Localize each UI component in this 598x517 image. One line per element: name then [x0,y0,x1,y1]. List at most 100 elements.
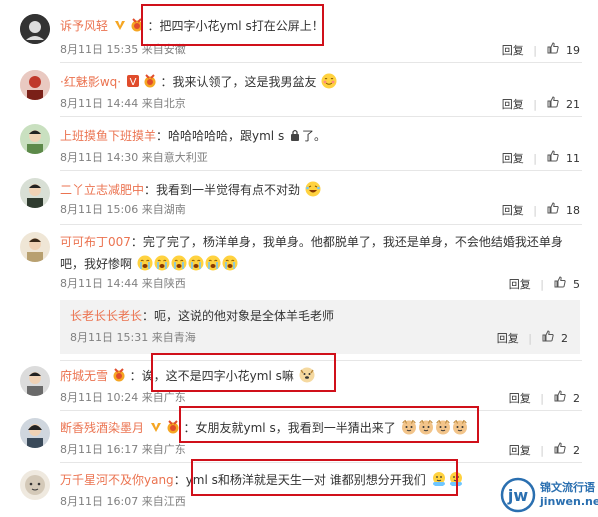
shy-face-emoji-icon [321,73,337,89]
action-divider: | [533,44,537,57]
reply-button[interactable]: 回复 [509,277,531,293]
action-divider: | [533,152,537,165]
highlight-box [179,406,479,443]
username[interactable]: 上班摸鱼下班摸羊 [60,129,156,143]
avatar[interactable] [20,70,50,100]
comment-item: ·红魅影wq· V ：我来认领了，这是我男盆友 8月11日 14:44 来自北京… [0,70,598,118]
avatar[interactable] [20,232,50,262]
jinwen-logo-icon: jw [500,477,536,513]
verified-v-icon: V [126,75,139,87]
username[interactable]: 万千星河不及你yang [60,473,174,487]
crying-face-emoji-icon [137,255,153,271]
vip-medal-icon [113,368,125,382]
username[interactable]: 断香残酒染墨月 [60,421,144,435]
comment-text-suffix: 了。 [302,129,327,143]
highlight-box [191,459,458,496]
action-divider: | [528,332,532,345]
nested-reply: 长老长长老长：呃，这说的他对象是全体羊毛老师 8月11日 15:31 来自青海 … [60,300,580,354]
like-count: 2 [573,392,580,405]
like-thumb-icon[interactable] [547,96,559,108]
comment-item: 上班摸鱼下班摸羊：哈哈哈哈哈，跟yml s 了。 8月11日 14:30 来自意… [0,124,598,172]
lock-icon [291,129,300,141]
reply-button[interactable]: 回复 [502,203,524,219]
watermark: jw 锦文流行语 jinwen.net [500,475,598,515]
like-thumb-icon[interactable] [542,330,554,342]
comment-text-line2: 吧，我好惨啊 [60,257,133,271]
watermark-url: jinwen.net [540,495,598,508]
comment-meta: 8月11日 10:24 来自广东 [60,391,186,404]
comment-meta: 8月11日 16:07 来自江西 [60,495,186,508]
like-thumb-icon[interactable] [554,390,566,402]
avatar-image-icon [20,178,50,208]
divider [60,170,582,171]
like-count: 21 [566,98,580,111]
avatar[interactable] [20,418,50,448]
vip-medal-icon [167,420,179,434]
username[interactable]: 府城无雪 [60,369,108,383]
comment-text-line1: ：完了完了，杨洋单身，我单身。他都脱单了，我还是单身，不会他结婚我还单身 [130,235,563,249]
avatar-image-icon [20,366,50,396]
comment-text: ：我看到一半觉得有点不对劲 [144,183,301,197]
vip-medal-icon [144,74,156,88]
reply-button[interactable]: 回复 [502,43,524,59]
comment-text: ：我来认领了，这是我男盆友 [160,75,317,89]
crying-face-emoji-icon [205,255,221,271]
like-thumb-icon[interactable] [547,150,559,162]
like-count: 18 [566,204,580,217]
crying-face-emoji-icon [188,255,204,271]
comment-text: ：呃，这说的他对象是全体羊毛老师 [142,309,335,323]
avatar[interactable] [20,366,50,396]
avatar[interactable] [20,124,50,154]
verified-v-icon [150,423,161,432]
avatar[interactable] [20,14,50,44]
action-divider: | [540,392,544,405]
like-count: 2 [561,332,568,345]
comment-meta: 8月11日 15:31 来自青海 [70,331,196,344]
crying-face-emoji-icon [171,255,187,271]
username[interactable]: 可可布丁007 [60,235,131,249]
comment-meta: 8月11日 14:44 来自北京 [60,97,186,110]
watermark-title: 锦文流行语 [540,481,595,494]
like-count: 5 [573,278,580,291]
highlight-box [141,4,324,46]
action-divider: | [533,98,537,111]
svg-text:jw: jw [507,486,528,505]
avatar-image-icon [20,14,50,44]
action-divider: | [540,444,544,457]
avatar-image-icon [20,70,50,100]
crying-face-emoji-icon [222,255,238,271]
crying-face-emoji-group [136,255,238,271]
username[interactable]: 长老长长老长 [70,309,142,323]
comment-meta: 8月11日 14:30 来自意大利亚 [60,151,208,164]
like-thumb-icon[interactable] [554,442,566,454]
reply-button[interactable]: 回复 [497,331,519,347]
svg-text:V: V [129,77,136,87]
comment-meta: 8月11日 15:06 来自湖南 [60,203,186,216]
like-thumb-icon[interactable] [547,42,559,54]
like-count: 11 [566,152,580,165]
reply-button[interactable]: 回复 [502,151,524,167]
avatar-image-icon [20,124,50,154]
avatar[interactable] [20,178,50,208]
divider [60,116,582,117]
laughing-face-emoji-icon [305,181,321,197]
avatar-image-icon [20,418,50,448]
username[interactable]: ·红魅影wq· [60,75,121,89]
like-thumb-icon[interactable] [554,276,566,288]
like-thumb-icon[interactable] [547,202,559,214]
username[interactable]: 二丫立志减肥中 [60,183,144,197]
reply-button[interactable]: 回复 [502,97,524,113]
avatar-image-icon [20,470,50,500]
avatar-image-icon [20,232,50,262]
username[interactable]: 诉予风轻 [60,19,108,33]
like-count: 2 [573,444,580,457]
comment-item: 二丫立志减肥中：我看到一半觉得有点不对劲 8月11日 15:06 来自湖南 回复… [0,178,598,226]
action-divider: | [533,204,537,217]
reply-button[interactable]: 回复 [509,443,531,459]
divider [60,62,582,63]
reply-button[interactable]: 回复 [509,391,531,407]
verified-v-icon [114,21,125,30]
like-count: 19 [566,44,580,57]
crying-face-emoji-icon [154,255,170,271]
avatar[interactable] [20,470,50,500]
